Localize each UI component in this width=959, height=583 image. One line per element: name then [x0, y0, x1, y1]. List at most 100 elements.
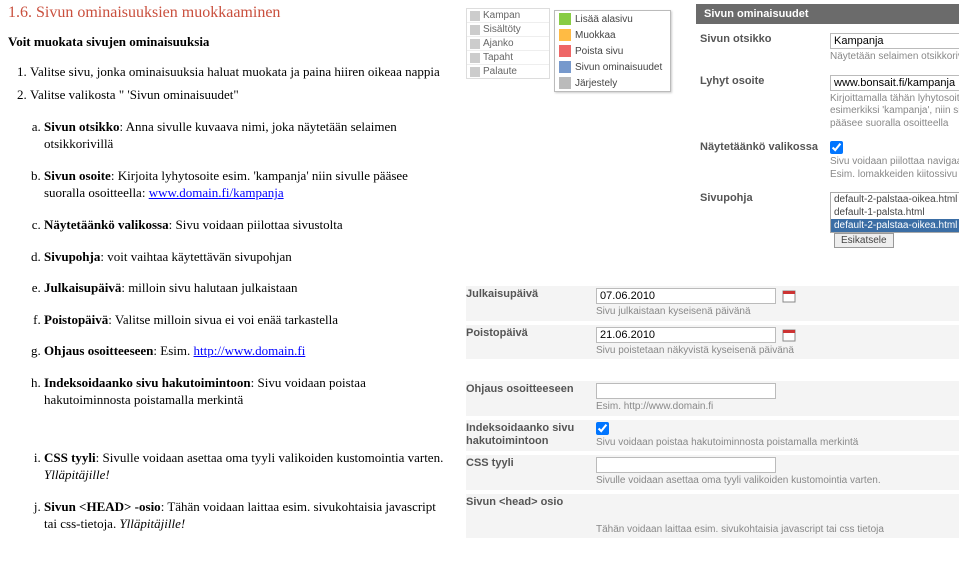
label-redirect: Ohjaus osoitteeseen [466, 383, 596, 395]
numbered-steps: Valitse sivu, jonka ominaisuuksia haluat… [30, 64, 448, 104]
tree-item-label: Kampan [483, 10, 520, 21]
input-css[interactable] [596, 457, 776, 473]
detail-g-link[interactable]: http://www.domain.fi [194, 343, 306, 358]
checkbox-show-in-menu[interactable] [830, 141, 843, 154]
panel-header: Sivun ominaisuudet [696, 4, 959, 24]
calendar-icon[interactable] [782, 328, 796, 342]
detail-a: Sivun otsikko: Anna sivulle kuvaava nimi… [44, 118, 448, 153]
field-remove-date: Poistopäivä Sivu poistetaan näkyvistä ky… [466, 325, 959, 360]
field-title: Sivun otsikko Näytetään selaimen otsikko… [696, 30, 959, 72]
field-publish-date: Julkaisupäivä Sivu julkaistaan kyseisenä… [466, 286, 959, 321]
hint-head: Tähän voidaan laittaa esim. sivukohtaisi… [596, 524, 959, 537]
calendar-icon[interactable] [782, 289, 796, 303]
template-option[interactable]: default-2-palstaa-oikea.html [831, 193, 959, 206]
tree-item[interactable]: Kampan [467, 9, 549, 23]
detail-b: Sivun osoite: Kirjoita lyhytosoite esim.… [44, 167, 448, 202]
page-icon [470, 25, 480, 35]
hint-remove-date: Sivu poistetaan näkyvistä kyseisenä päiv… [596, 345, 959, 358]
template-option[interactable]: default-1-palsta.html [831, 206, 959, 219]
detail-d: Sivupohja: voit vaihtaa käytettävän sivu… [44, 248, 448, 266]
input-remove-date[interactable] [596, 327, 776, 343]
hint-show-in-menu: Sivu voidaan piilottaa navigaatiosta. Es… [830, 156, 959, 181]
ctx-label: Järjestely [575, 78, 617, 89]
ctx-add-subpage[interactable]: Lisää alasivu [555, 11, 670, 27]
context-menu: Lisää alasivu Muokkaa Poista sivu Sivun … [554, 10, 671, 92]
page-tree[interactable]: Kampan Sisältöty Ajanko Tapaht Palaute [466, 8, 550, 79]
page-icon [470, 11, 480, 21]
detail-i-bold: CSS tyyli [44, 450, 96, 465]
detail-f-text: : Valitse milloin sivua ei voi enää tark… [108, 312, 338, 327]
section-title: 1.6. Sivun ominaisuuksien muokkaaminen [8, 4, 448, 22]
field-template: Sivupohja default-2-palstaa-oikea.html d… [696, 189, 959, 256]
label-index: Indeksoidaanko sivu hakutoimintoon [466, 422, 596, 448]
detail-c-text: : Sivu voidaan piilottaa sivustolta [169, 217, 343, 232]
field-redirect: Ohjaus osoitteeseen Esim. http://www.dom… [466, 381, 959, 416]
input-publish-date[interactable] [596, 288, 776, 304]
tree-item[interactable]: Ajanko [467, 37, 549, 51]
detail-e-bold: Julkaisupäivä [44, 280, 121, 295]
tree-item-label: Sisältöty [483, 24, 521, 35]
ctx-label: Muokkaa [575, 30, 616, 41]
label-template: Sivupohja [700, 192, 830, 204]
page-icon [470, 39, 480, 49]
field-shorturl: Lyhyt osoite Kirjoittamalla tähän lyhyto… [696, 72, 959, 139]
tree-item[interactable]: Tapaht [467, 51, 549, 65]
detail-g-text: : Esim. [153, 343, 193, 358]
preview-button[interactable]: Esikatsele [834, 233, 894, 248]
hint-shorturl: Kirjoittamalla tähän lyhytosoitteen esim… [830, 93, 959, 131]
label-title: Sivun otsikko [700, 33, 830, 45]
select-template[interactable]: default-2-palstaa-oikea.html default-1-p… [830, 192, 959, 233]
label-css: CSS tyyli [466, 457, 596, 469]
detail-f-bold: Poistopäivä [44, 312, 108, 327]
detail-b-link[interactable]: www.domain.fi/kampanja [149, 185, 284, 200]
detail-d-text: : voit vaihtaa käytettävän sivupohjan [100, 249, 291, 264]
detail-e-text: : milloin sivu halutaan julkaistaan [121, 280, 297, 295]
hint-index: Sivu voidaan poistaa hakutoiminnosta poi… [596, 437, 959, 450]
template-option-selected[interactable]: default-2-palstaa-oikea.html [831, 219, 959, 232]
detail-f: Poistopäivä: Valitse milloin sivua ei vo… [44, 311, 448, 329]
trash-icon [559, 45, 571, 57]
tree-item-label: Tapaht [483, 52, 513, 63]
field-head: Sivun <head> osio Tähän voidaan laittaa … [466, 494, 959, 539]
detail-i-text: : Sivulle voidaan asettaa oma tyyli vali… [96, 450, 444, 465]
hint-css: Sivulle voidaan asettaa oma tyyli valiko… [596, 475, 959, 488]
ctx-edit[interactable]: Muokkaa [555, 27, 670, 43]
input-title[interactable] [830, 33, 959, 49]
label-remove-date: Poistopäivä [466, 327, 596, 339]
field-index: Indeksoidaanko sivu hakutoimintoon Sivu … [466, 420, 959, 452]
tree-item[interactable]: Palaute [467, 65, 549, 78]
page-icon [470, 53, 480, 63]
detail-c: Näytetäänkö valikossa: Sivu voidaan piil… [44, 216, 448, 234]
sort-icon [559, 77, 571, 89]
label-show-in-menu: Näytetäänkö valikossa [700, 141, 830, 153]
tree-item-label: Palaute [483, 66, 517, 77]
wrench-icon [559, 61, 571, 73]
input-shorturl[interactable] [830, 75, 959, 91]
detail-g: Ohjaus osoitteeseen: Esim. http://www.do… [44, 342, 448, 360]
detail-d-bold: Sivupohja [44, 249, 100, 264]
input-redirect[interactable] [596, 383, 776, 399]
checkbox-index[interactable] [596, 422, 609, 435]
detail-e: Julkaisupäivä: milloin sivu halutaan jul… [44, 279, 448, 297]
tree-item-label: Ajanko [483, 38, 514, 49]
plus-icon [559, 13, 571, 25]
field-show-in-menu: Näytetäänkö valikossa Sivu voidaan piilo… [696, 138, 959, 189]
label-shorturl: Lyhyt osoite [700, 75, 830, 87]
detail-c-bold: Näytetäänkö valikossa [44, 217, 169, 232]
label-head: Sivun <head> osio [466, 496, 596, 508]
ctx-sort[interactable]: Järjestely [555, 75, 670, 91]
label-publish-date: Julkaisupäivä [466, 288, 596, 300]
detail-i: CSS tyyli: Sivulle voidaan asettaa oma t… [44, 449, 448, 484]
detail-i-italic: Ylläpitäjille! [44, 467, 110, 482]
detail-j: Sivun <HEAD> -osio: Tähän voidaan laitta… [44, 498, 448, 533]
ctx-label: Lisää alasivu [575, 14, 633, 25]
hint-publish-date: Sivu julkaistaan kyseisenä päivänä [596, 306, 959, 319]
hint-title: Näytetään selaimen otsikkorivillä [830, 51, 959, 64]
detail-j-italic: Ylläpitäjille! [119, 516, 185, 531]
step-1: Valitse sivu, jonka ominaisuuksia haluat… [30, 64, 448, 81]
ctx-delete[interactable]: Poista sivu [555, 43, 670, 59]
tree-item[interactable]: Sisältöty [467, 23, 549, 37]
ctx-label: Sivun ominaisuudet [575, 62, 662, 73]
detail-g-bold: Ohjaus osoitteeseen [44, 343, 153, 358]
ctx-properties[interactable]: Sivun ominaisuudet [555, 59, 670, 75]
